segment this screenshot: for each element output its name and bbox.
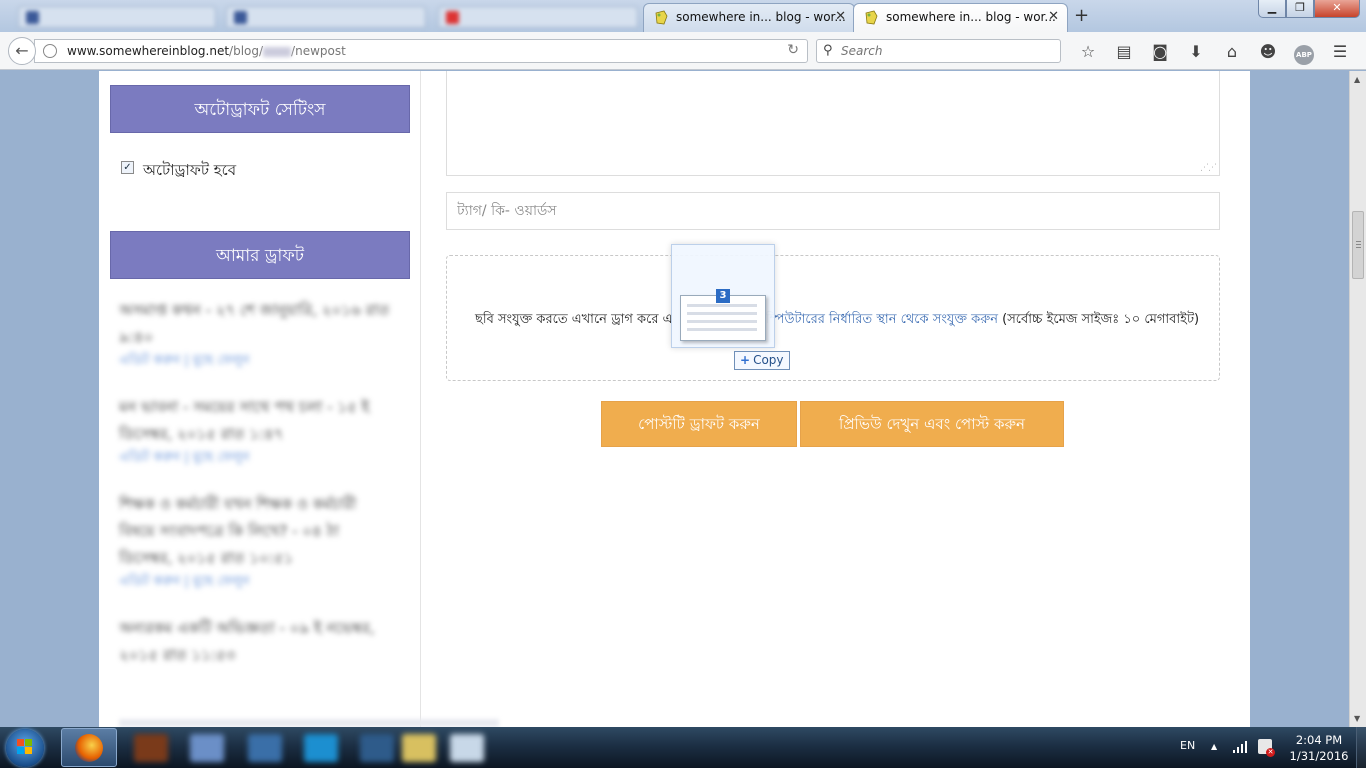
tab-title: somewhere in... blog - wor... — [886, 10, 1056, 24]
bookmarks-menu-icon[interactable]: ▤ — [1106, 41, 1142, 63]
drag-copy-tooltip: + Copy — [734, 351, 790, 370]
draft-item[interactable]: শিক্ষক ও কর্মচারী যখন শিক্ষক ও কর্মচারী … — [119, 491, 391, 593]
scrollbar-thumb[interactable] — [1352, 211, 1364, 279]
autodraft-checkbox[interactable]: ✓ — [121, 161, 134, 174]
title-bar: somewhere in... blog - wor... ✕ somewher… — [0, 0, 1366, 32]
url-path-prefix: /blog/ — [229, 44, 264, 58]
copy-tooltip-label: Copy — [753, 353, 784, 367]
draft-title[interactable]: অসমাপ্ত কথন - ২৭ শে জানুয়ারি, ২০১৬ রাত … — [119, 297, 391, 351]
autodraft-option[interactable]: ✓ অটোড্রাফট হবে — [121, 159, 236, 184]
copy-plus-icon: + — [740, 353, 751, 367]
draft-title[interactable]: মন ভাবনা - সময়ের সাথে পথ চলা - ১৫ ই ডিস… — [119, 394, 391, 448]
clock-time: 2:04 PM — [1295, 733, 1343, 747]
drafts-list: অসমাপ্ত কথন - ২৭ শে জানুয়ারি, ২০১৬ রাত … — [119, 297, 391, 691]
draft-actions[interactable]: এডিট করুন | মুছে ফেলুন — [119, 351, 391, 372]
network-signal-icon[interactable] — [1233, 741, 1249, 753]
preview-and-post-button[interactable]: প্রিভিউ দেখুন এবং পোস্ট করুন — [800, 401, 1064, 447]
autodraft-checkbox-label: অটোড্রাফট হবে — [143, 161, 237, 179]
adblock-plus-icon[interactable]: ABP — [1286, 41, 1322, 65]
restore-icon[interactable]: ❐ — [1286, 0, 1314, 18]
web-page: অটোড্রাফট সেটিংস ✓ অটোড্রাফট হবে আমার ড্র… — [99, 71, 1250, 727]
close-window-icon[interactable]: ✕ — [1314, 0, 1360, 18]
image-dropzone[interactable]: ছবি সংযুক্ত করতে এখানে ড্রাগ করে এ কম্পিউ… — [446, 255, 1220, 381]
minimize-icon[interactable]: ▁ — [1258, 0, 1286, 18]
dropzone-instructions: ছবি সংযুক্ত করতে এখানে ড্রাগ করে এ কম্পিউ… — [475, 310, 1199, 331]
blurred-taskbar-apps — [120, 731, 500, 765]
close-tab-icon[interactable]: ✕ — [1048, 9, 1059, 24]
upload-from-computer-link[interactable]: কম্পিউটারের নির্ধারিত স্থান থেকে সংযুক্ত… — [757, 312, 998, 327]
blog-favicon-icon — [864, 10, 879, 26]
save-draft-button[interactable]: পোস্টটি ড্রাফট করুন — [601, 401, 797, 447]
tags-input[interactable] — [446, 192, 1220, 230]
my-drafts-heading: আমার ড্রাফট — [110, 231, 410, 279]
dropzone-size-limit: (সর্বোচ্চ ইমেজ সাইজঃ ১০ মেগাবাইট) — [1002, 312, 1200, 327]
drag-files-ghost: 3 — [671, 244, 775, 348]
search-input[interactable] — [841, 43, 1051, 59]
window-controls: ▁ ❐ ✕ — [1258, 0, 1360, 19]
reload-icon[interactable]: ↻ — [787, 42, 799, 58]
downloads-icon[interactable]: ⬇ — [1178, 41, 1214, 63]
bookmark-star-icon[interactable]: ☆ — [1070, 41, 1106, 63]
close-tab-icon[interactable]: ✕ — [835, 9, 846, 24]
input-language[interactable]: EN — [1180, 739, 1195, 752]
scroll-up-arrow-icon[interactable]: ▲ — [1354, 75, 1360, 84]
show-hidden-icons-arrow-icon[interactable]: ▲ — [1211, 742, 1217, 751]
drag-file-count-badge: 3 — [716, 289, 730, 303]
taskbar-firefox-button[interactable] — [61, 728, 117, 767]
system-clock[interactable]: 2:04 PM 1/31/2016 — [1284, 732, 1354, 764]
draft-actions[interactable]: এডিট করুন | মুছে ফেলুন — [119, 572, 391, 593]
draft-item[interactable]: মন ভাবনা - সময়ের সাথে পথ চলা - ১৫ ই ডিস… — [119, 394, 391, 469]
draft-item[interactable]: অন্যরকম একটি অভিজ্ঞতা - ০৯ ই নভেম্বর, ২০… — [119, 615, 391, 669]
blurred-footer-strip — [119, 719, 499, 727]
post-editor-area: ⋰⋰ ছবি সংযুক্ত করতে এখানে ড্রাগ করে এ কম্… — [446, 71, 1220, 727]
tab-somewhereinblog-1[interactable]: somewhere in... blog - wor... ✕ — [643, 3, 855, 32]
draft-item[interactable]: অসমাপ্ত কথন - ২৭ শে জানুয়ারি, ২০১৬ রাত … — [119, 297, 391, 372]
pocket-icon[interactable]: ◙ — [1142, 41, 1178, 63]
url-blurred-username — [263, 46, 292, 57]
firefox-icon — [75, 734, 103, 762]
action-center-flag-icon[interactable]: ✕ — [1258, 739, 1275, 757]
hamburger-menu-icon[interactable]: ☰ — [1322, 41, 1358, 63]
sidebar: অটোড্রাফট সেটিংস ✓ অটোড্রাফট হবে আমার ড্র… — [99, 71, 499, 727]
blog-favicon-icon — [654, 10, 669, 26]
show-desktop-button[interactable] — [1356, 727, 1366, 768]
search-bar[interactable]: ⚲ — [816, 39, 1061, 63]
url-host: www.somewhereinblog.net — [67, 44, 230, 58]
navigation-toolbar: www.somewhereinblog.net/blog//newpost ↻ … — [0, 32, 1366, 70]
clock-date: 1/31/2016 — [1289, 749, 1349, 763]
dropzone-text-start: ছবি সংযুক্ত করতে এখানে ড্রাগ করে এ — [475, 312, 673, 327]
site-identity-globe-icon[interactable] — [43, 44, 57, 58]
url-path-suffix: /newpost — [291, 44, 346, 58]
search-icon: ⚲ — [823, 43, 833, 58]
resize-grip-icon[interactable]: ⋰⋰ — [1200, 163, 1217, 173]
new-tab-plus-icon[interactable]: + — [1074, 5, 1089, 26]
draft-title[interactable]: অন্যরকম একটি অভিজ্ঞতা - ০৯ ই নভেম্বর, ২০… — [119, 615, 391, 669]
home-icon[interactable]: ⌂ — [1214, 41, 1250, 63]
url-text[interactable]: www.somewhereinblog.net/blog/ /newpost — [67, 44, 346, 58]
tab-somewhereinblog-2[interactable]: somewhere in... blog - wor... ✕ — [853, 3, 1068, 32]
windows-taskbar: EN ▲ ✕ 2:04 PM 1/31/2016 — [0, 727, 1366, 768]
post-body-textarea[interactable]: ⋰⋰ — [446, 71, 1220, 176]
url-bar[interactable]: www.somewhereinblog.net/blog/ /newpost ↻ — [34, 39, 808, 63]
start-button[interactable] — [6, 729, 44, 767]
hello-chat-icon[interactable]: ☻ — [1250, 41, 1286, 63]
page-scrollbar[interactable]: ▲ ▼ — [1349, 71, 1366, 727]
draft-title[interactable]: শিক্ষক ও কর্মচারী যখন শিক্ষক ও কর্মচারী … — [119, 491, 391, 572]
draft-actions[interactable]: এডিট করুন | মুছে ফেলুন — [119, 448, 391, 469]
blurred-background-tabs — [0, 0, 640, 32]
tab-title: somewhere in... blog - wor... — [676, 10, 846, 24]
windows-logo-icon — [17, 739, 33, 755]
toolbar-icons: ☆ ▤ ◙ ⬇ ⌂ ☻ ABP ☰ — [1070, 41, 1358, 65]
autodraft-settings-heading: অটোড্রাফট সেটিংস — [110, 85, 410, 133]
scroll-down-arrow-icon[interactable]: ▼ — [1354, 714, 1360, 723]
back-arrow-icon[interactable]: ← — [8, 37, 36, 65]
